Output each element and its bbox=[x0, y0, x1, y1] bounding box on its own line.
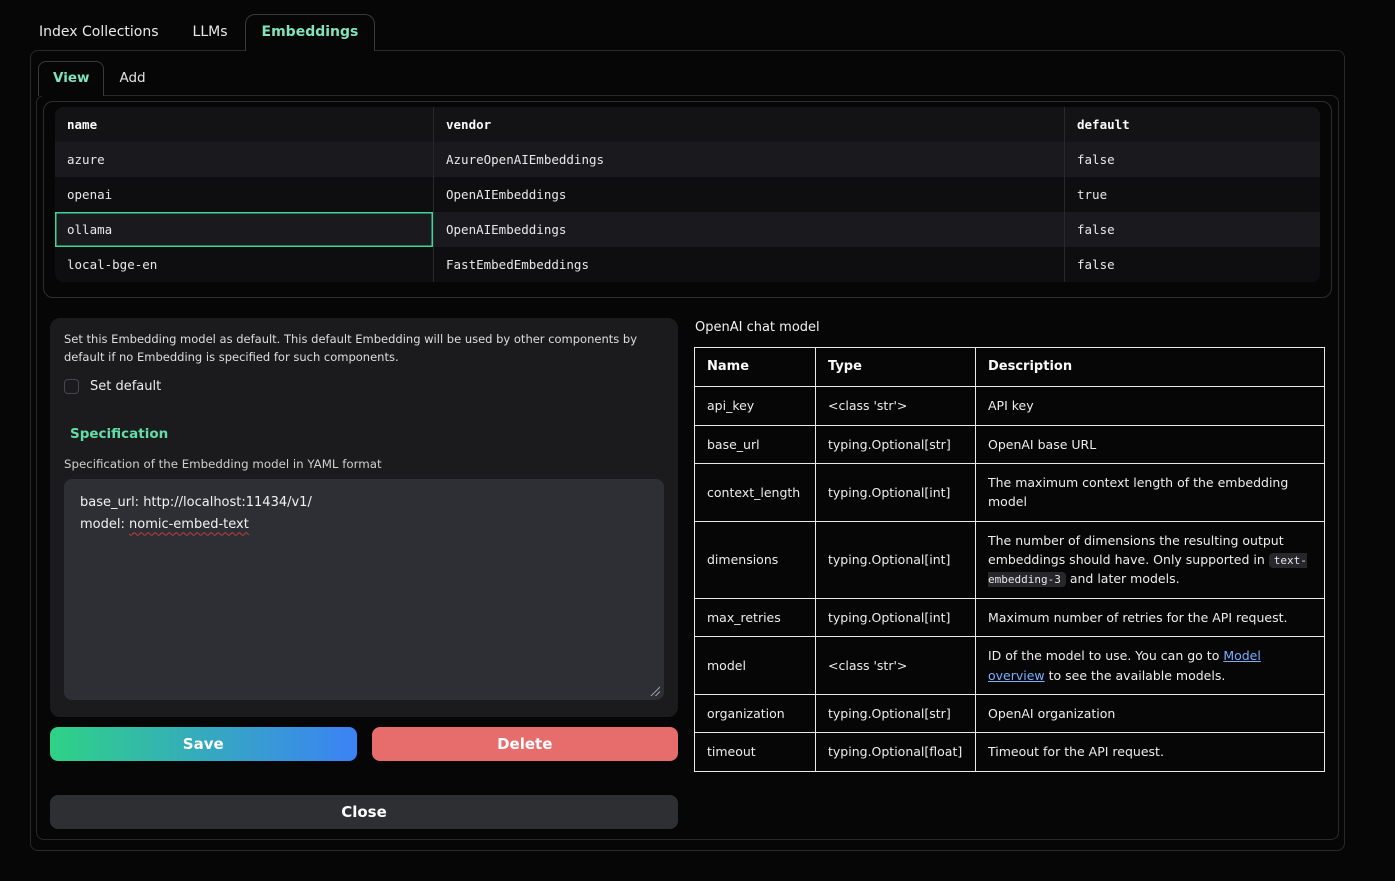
tab-embeddings[interactable]: Embeddings bbox=[245, 14, 376, 51]
set-default-checkbox[interactable] bbox=[64, 379, 79, 394]
detail-row-base-url: base_urltyping.Optional[str]OpenAI base … bbox=[695, 425, 1325, 463]
yaml-line-1: base_url: http://localhost:11434/v1/ bbox=[80, 492, 648, 515]
embeddings-row-local-bge-en[interactable]: local-bge-enFastEmbedEmbeddingsfalse bbox=[55, 247, 1320, 282]
param-description: Timeout for the API request. bbox=[976, 733, 1325, 771]
emb-cell-vendor[interactable]: OpenAIEmbeddings bbox=[433, 177, 1064, 212]
param-description: ID of the model to use. You can go to Mo… bbox=[976, 637, 1325, 695]
param-description: API key bbox=[976, 387, 1325, 425]
detail-col-name: Name bbox=[695, 348, 816, 387]
param-type: typing.Optional[int] bbox=[816, 463, 976, 521]
param-description: Maximum number of retries for the API re… bbox=[976, 598, 1325, 636]
param-description: The maximum context length of the embedd… bbox=[976, 463, 1325, 521]
emb-cell-name[interactable]: ollama bbox=[55, 212, 433, 247]
detail-col-description: Description bbox=[976, 348, 1325, 387]
default-settings-panel: Set this Embedding model as default. Thi… bbox=[50, 318, 678, 717]
param-name: model bbox=[695, 637, 816, 695]
model-overview-link[interactable]: Model overview bbox=[988, 648, 1261, 682]
param-name: dimensions bbox=[695, 521, 816, 598]
param-type: typing.Optional[float] bbox=[816, 733, 976, 771]
emb-cell-default[interactable]: true bbox=[1064, 177, 1320, 212]
emb-col-name: name bbox=[55, 107, 433, 142]
top-tab-bar: Index CollectionsLLMsEmbeddings bbox=[0, 0, 1395, 50]
specification-heading: Specification bbox=[70, 426, 664, 442]
tab-view[interactable]: View bbox=[38, 61, 104, 96]
detail-row-max-retries: max_retriestyping.Optional[int]Maximum n… bbox=[695, 598, 1325, 636]
emb-col-vendor: vendor bbox=[433, 107, 1064, 142]
parameter-detail-table: NameTypeDescription api_key<class 'str'>… bbox=[694, 347, 1325, 772]
embeddings-table-container: namevendordefault azureAzureOpenAIEmbedd… bbox=[43, 101, 1332, 298]
content-row: Set this Embedding model as default. Thi… bbox=[50, 318, 1325, 835]
param-name: base_url bbox=[695, 425, 816, 463]
left-column: Set this Embedding model as default. Thi… bbox=[50, 318, 678, 835]
emb-cell-name[interactable]: openai bbox=[55, 177, 433, 212]
detail-row-organization: organizationtyping.Optional[str]OpenAI o… bbox=[695, 694, 1325, 732]
detail-row-model: model<class 'str'>ID of the model to use… bbox=[695, 637, 1325, 695]
close-button[interactable]: Close bbox=[50, 795, 678, 829]
param-name: context_length bbox=[695, 463, 816, 521]
param-type: typing.Optional[int] bbox=[816, 598, 976, 636]
param-type: typing.Optional[str] bbox=[816, 694, 976, 732]
tab-index-collections[interactable]: Index Collections bbox=[22, 14, 176, 51]
detail-row-timeout: timeouttyping.Optional[float]Timeout for… bbox=[695, 733, 1325, 771]
tab-add[interactable]: Add bbox=[104, 61, 160, 96]
embeddings-row-azure[interactable]: azureAzureOpenAIEmbeddingsfalse bbox=[55, 142, 1320, 177]
embeddings-table-header: namevendordefault bbox=[55, 107, 1320, 142]
param-description: The number of dimensions the resulting o… bbox=[976, 521, 1325, 598]
detail-row-dimensions: dimensionstyping.Optional[int]The number… bbox=[695, 521, 1325, 598]
specification-subheading: Specification of the Embedding model in … bbox=[64, 457, 664, 471]
misspelled-word: nomic-embed-text bbox=[129, 517, 249, 532]
embeddings-row-openai[interactable]: openaiOpenAIEmbeddingstrue bbox=[55, 177, 1320, 212]
embeddings-tab-panel: ViewAdd namevendordefault azureAzureOpen… bbox=[30, 50, 1345, 851]
emb-cell-vendor[interactable]: FastEmbedEmbeddings bbox=[433, 247, 1064, 282]
save-button[interactable]: Save bbox=[50, 727, 357, 761]
param-type: typing.Optional[int] bbox=[816, 521, 976, 598]
detail-table-header: NameTypeDescription bbox=[695, 348, 1325, 387]
page: Index CollectionsLLMsEmbeddings ViewAdd … bbox=[0, 0, 1395, 881]
emb-cell-name[interactable]: azure bbox=[55, 142, 433, 177]
set-default-checkbox-row[interactable]: Set default bbox=[64, 379, 664, 394]
delete-button[interactable]: Delete bbox=[372, 727, 679, 761]
emb-cell-name[interactable]: local-bge-en bbox=[55, 247, 433, 282]
param-description: OpenAI organization bbox=[976, 694, 1325, 732]
emb-col-default: default bbox=[1064, 107, 1320, 142]
detail-col-type: Type bbox=[816, 348, 976, 387]
param-name: max_retries bbox=[695, 598, 816, 636]
detail-table-body: api_key<class 'str'>API keybase_urltypin… bbox=[695, 387, 1325, 772]
action-buttons-row: Save Delete bbox=[50, 727, 678, 761]
embeddings-row-ollama[interactable]: ollamaOpenAIEmbeddingsfalse bbox=[55, 212, 1320, 247]
embeddings-table-body: azureAzureOpenAIEmbeddingsfalseopenaiOpe… bbox=[55, 142, 1320, 282]
view-add-tab-bar: ViewAdd bbox=[36, 61, 1339, 95]
param-type: <class 'str'> bbox=[816, 387, 976, 425]
param-description: OpenAI base URL bbox=[976, 425, 1325, 463]
set-default-label: Set default bbox=[90, 379, 161, 394]
detail-row-api-key: api_key<class 'str'>API key bbox=[695, 387, 1325, 425]
detail-table-title: OpenAI chat model bbox=[695, 320, 1325, 335]
emb-cell-default[interactable]: false bbox=[1064, 212, 1320, 247]
resize-handle-icon[interactable] bbox=[650, 686, 660, 696]
right-column: OpenAI chat model NameTypeDescription ap… bbox=[694, 318, 1325, 772]
emb-cell-default[interactable]: false bbox=[1064, 142, 1320, 177]
view-tab-panel: namevendordefault azureAzureOpenAIEmbedd… bbox=[36, 95, 1339, 840]
embeddings-table: namevendordefault azureAzureOpenAIEmbedd… bbox=[55, 107, 1320, 282]
param-type: typing.Optional[str] bbox=[816, 425, 976, 463]
param-name: timeout bbox=[695, 733, 816, 771]
detail-row-context-length: context_lengthtyping.Optional[int]The ma… bbox=[695, 463, 1325, 521]
yaml-line-2: model: nomic-embed-text bbox=[80, 514, 648, 537]
param-name: organization bbox=[695, 694, 816, 732]
param-type: <class 'str'> bbox=[816, 637, 976, 695]
yaml-spec-editor[interactable]: base_url: http://localhost:11434/v1/ mod… bbox=[64, 479, 664, 700]
emb-cell-vendor[interactable]: AzureOpenAIEmbeddings bbox=[433, 142, 1064, 177]
set-default-description: Set this Embedding model as default. Thi… bbox=[64, 331, 664, 367]
inline-code-chip: text-embedding-3 bbox=[988, 553, 1307, 587]
emb-cell-vendor[interactable]: OpenAIEmbeddings bbox=[433, 212, 1064, 247]
emb-cell-default[interactable]: false bbox=[1064, 247, 1320, 282]
param-name: api_key bbox=[695, 387, 816, 425]
tab-llms[interactable]: LLMs bbox=[176, 14, 245, 51]
